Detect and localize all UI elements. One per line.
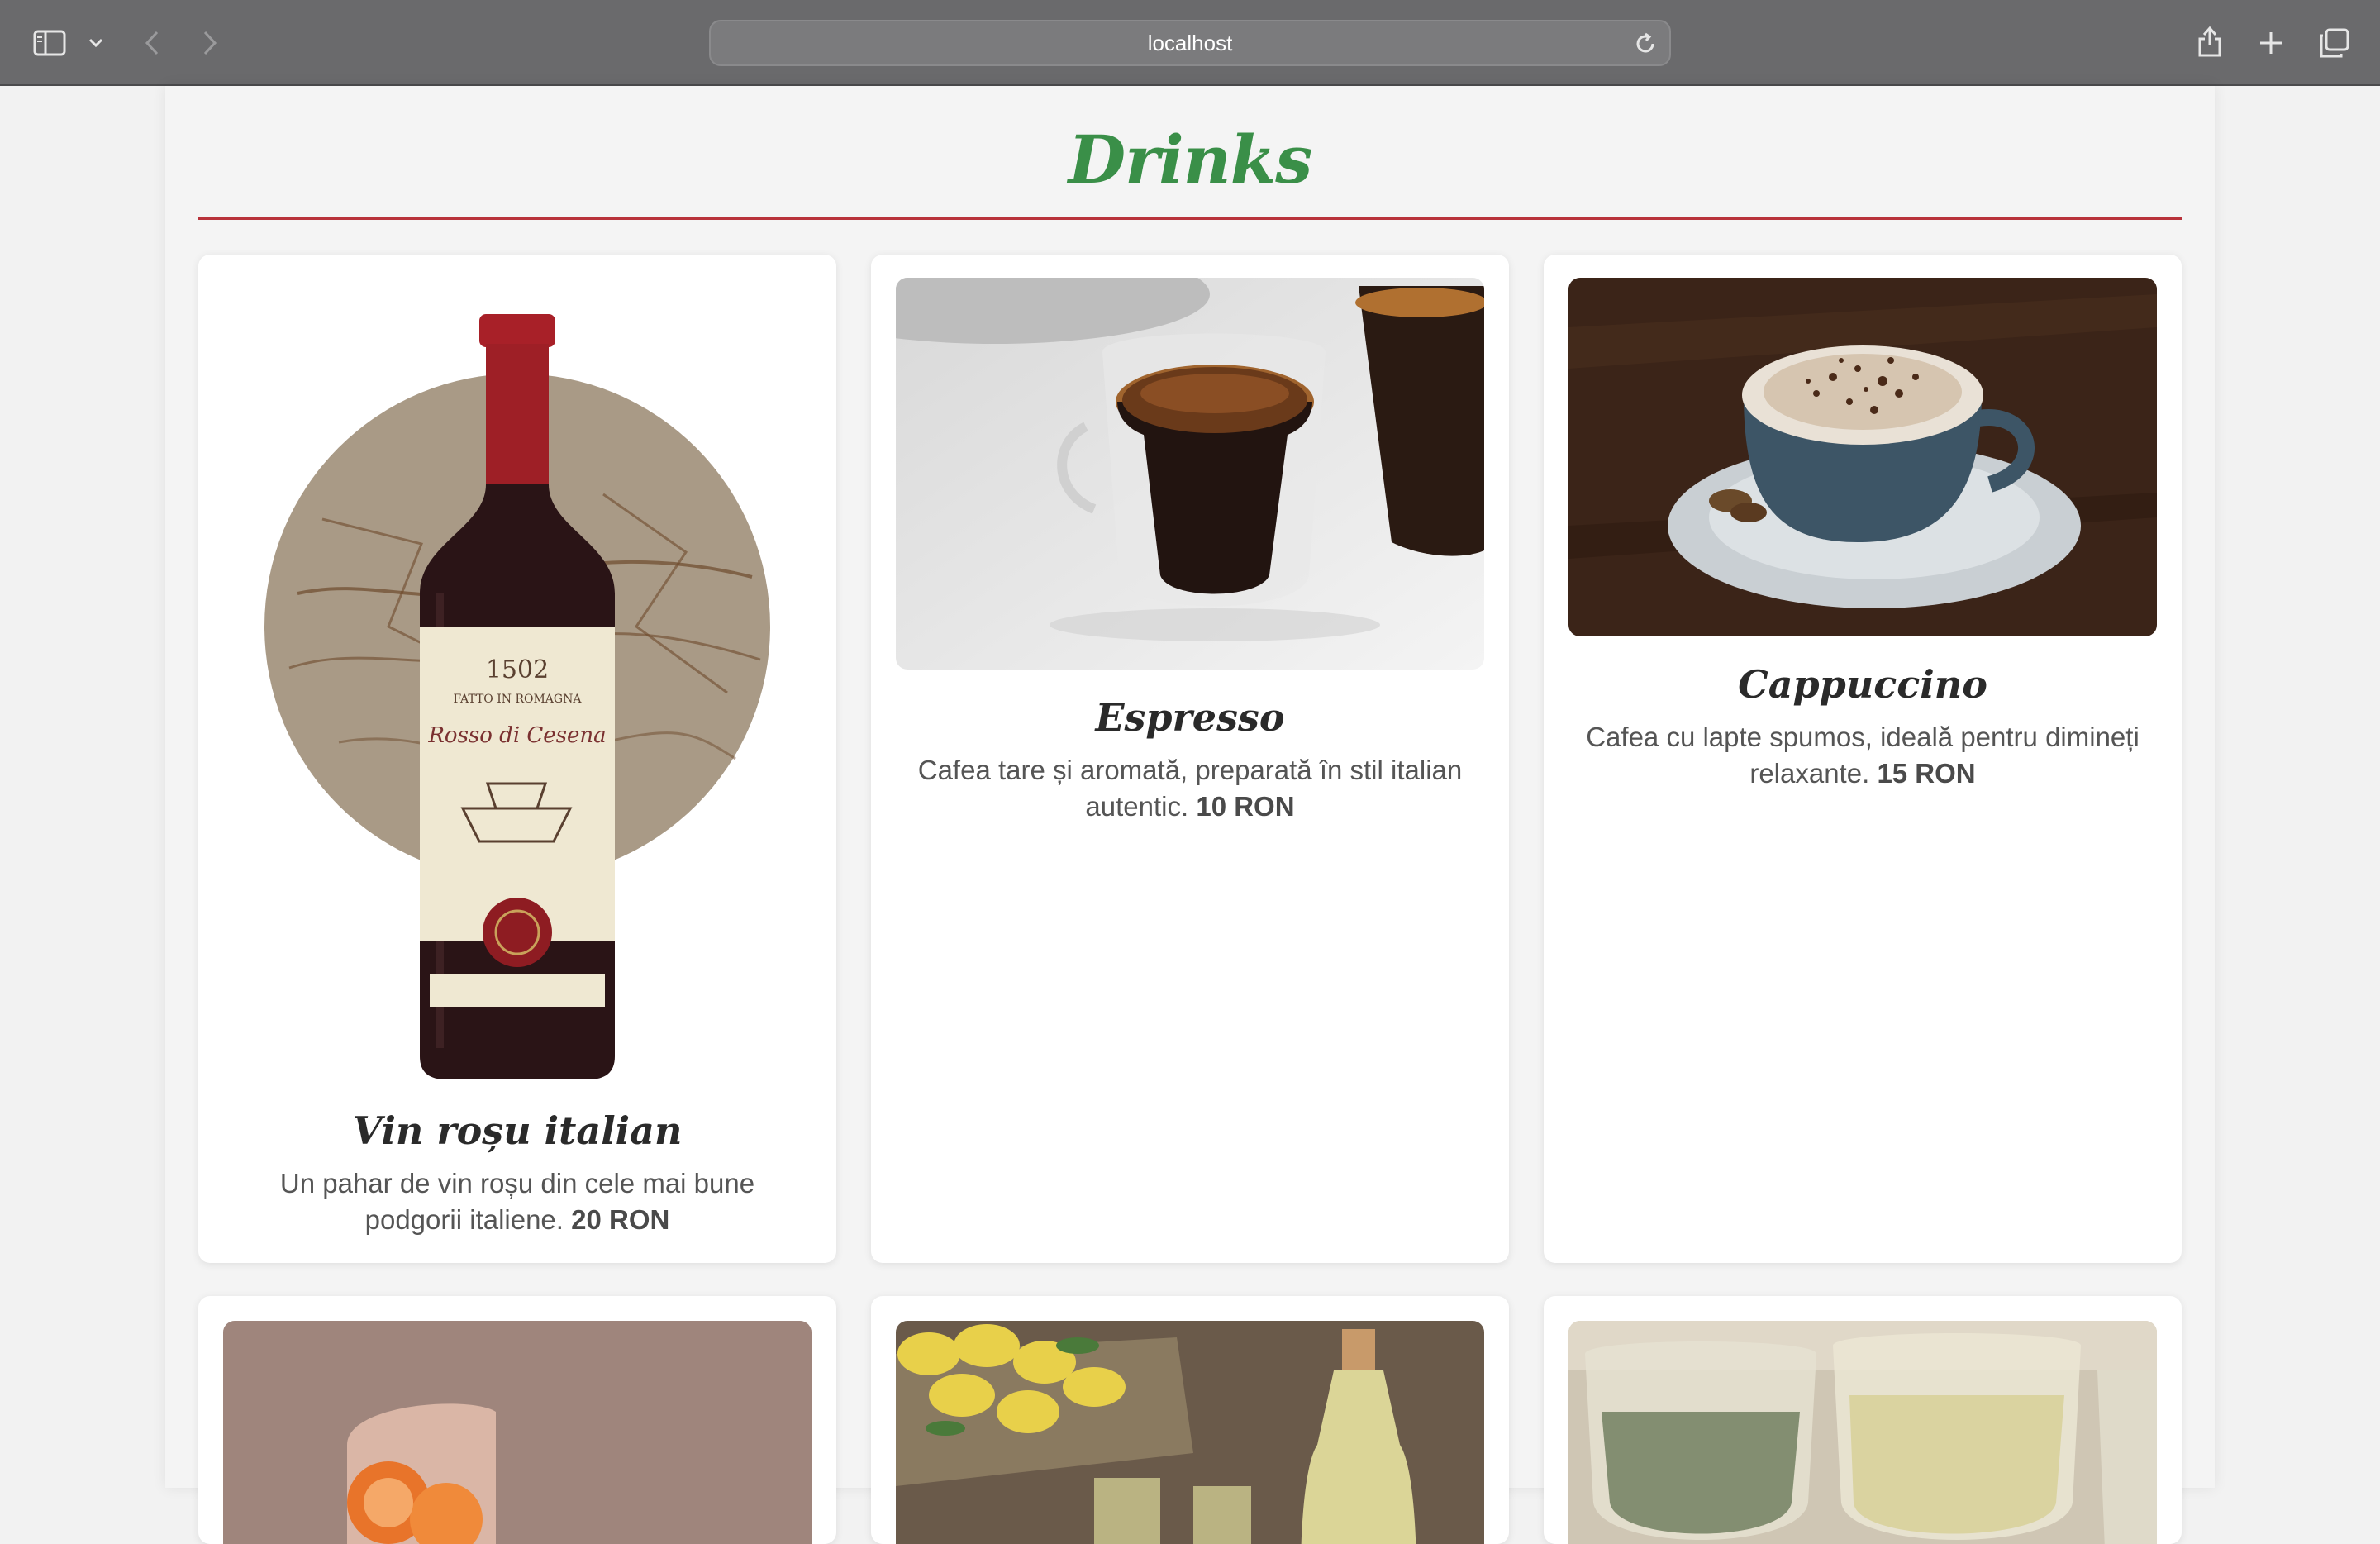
- item-description-text: Cafea tare și aromată, preparată în stil…: [917, 755, 1463, 822]
- aperol-spritz-image: [223, 1321, 812, 1544]
- cappuccino-image: [1568, 278, 2157, 636]
- bottle-label-name: Rosso di Cesena: [427, 723, 606, 748]
- sidebar-icon[interactable]: [31, 26, 68, 60]
- section-title: Drinks: [1068, 121, 1313, 198]
- chevron-down-icon[interactable]: [86, 33, 106, 53]
- bottle-label-year: 1502: [486, 655, 549, 684]
- bottle-label-origin: FATTO IN ROMAGNA: [454, 693, 583, 706]
- item-name: Espresso: [1095, 695, 1285, 740]
- plus-icon[interactable]: [2254, 26, 2287, 60]
- address-bar[interactable]: localhost: [709, 20, 1671, 66]
- item-description: Cafea cu lapte spumos, ideală pentru dim…: [1585, 719, 2140, 792]
- menu-item-card[interactable]: [1544, 1296, 2182, 1544]
- wine-bottle-image: 1502 FATTO IN ROMAGNA Rosso di Cesena: [223, 279, 812, 1106]
- item-name: Cappuccino: [1738, 662, 1987, 707]
- item-description: Cafea tare și aromată, preparată în stil…: [912, 752, 1468, 825]
- menu-item-card[interactable]: [871, 1296, 1509, 1544]
- browser-toolbar: localhost: [0, 0, 2380, 86]
- forward-icon[interactable]: [195, 26, 225, 60]
- back-icon[interactable]: [137, 26, 167, 60]
- menu-item-card[interactable]: 1502 FATTO IN ROMAGNA Rosso di Cesena Vi…: [198, 255, 836, 1263]
- item-price: 20 RON: [571, 1204, 670, 1235]
- menu-item-card[interactable]: [198, 1296, 836, 1544]
- item-name: Vin roșu italian: [352, 1108, 683, 1153]
- espresso-image: [896, 278, 1484, 670]
- share-icon[interactable]: [2193, 23, 2226, 60]
- item-price: 15 RON: [1877, 758, 1976, 789]
- tabs-icon[interactable]: [2316, 25, 2352, 61]
- title-divider: [198, 217, 2182, 220]
- limoncello-image: [896, 1321, 1484, 1544]
- reload-icon[interactable]: [1633, 31, 1658, 56]
- item-description: Un pahar de vin roșu din cele mai bune p…: [240, 1165, 795, 1238]
- url-text: localhost: [1147, 30, 1233, 55]
- menu-item-card[interactable]: Espresso Cafea tare și aromată, preparat…: [871, 255, 1509, 1263]
- item-description-text: Cafea cu lapte spumos, ideală pentru dim…: [1586, 722, 2140, 789]
- white-wine-image: [1568, 1321, 2157, 1544]
- menu-item-card[interactable]: Cappuccino Cafea cu lapte spumos, ideală…: [1544, 255, 2182, 1263]
- item-description-text: Un pahar de vin roșu din cele mai bune p…: [279, 1168, 755, 1235]
- item-price: 10 RON: [1196, 791, 1295, 822]
